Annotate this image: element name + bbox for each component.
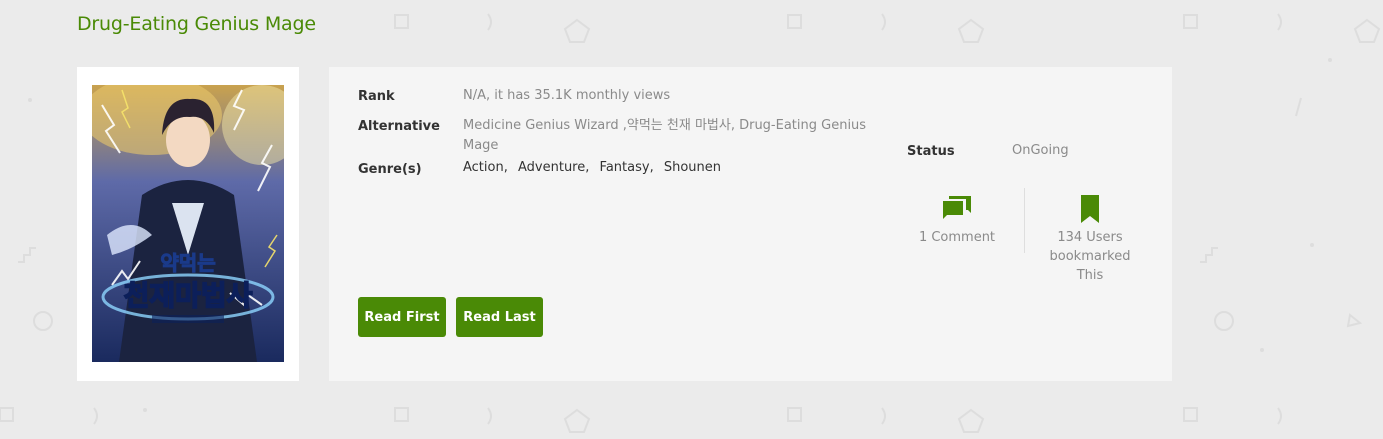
stats-divider: [1024, 188, 1025, 253]
genre-list: Action, Adventure, Fantasy, Shounen: [463, 160, 722, 175]
cover-title-line1: 약먹는: [160, 251, 215, 275]
read-last-button[interactable]: Read Last: [456, 297, 543, 337]
bookmarks-stat[interactable]: 134 Users bookmarked This: [1040, 195, 1140, 285]
cover-frame: 약먹는 천재마법사: [77, 67, 299, 381]
read-first-button[interactable]: Read First: [358, 297, 446, 337]
comments-icon: [943, 196, 971, 219]
bookmarks-line2: bookmarked: [1049, 249, 1131, 264]
comments-count: 1 Comment: [918, 230, 996, 245]
alternative-value-line1: Medicine Genius Wizard ,약먹는 천재 마법사, Drug…: [463, 118, 867, 133]
genre-link-action[interactable]: Action: [463, 160, 504, 175]
genre-link-fantasy[interactable]: Fantasy: [600, 160, 650, 175]
status-value: OnGoing: [1012, 143, 1069, 158]
rank-value: N/A, it has 35.1K monthly views: [463, 88, 671, 103]
info-panel: Rank N/A, it has 35.1K monthly views Alt…: [329, 67, 1172, 381]
rank-label: Rank: [358, 89, 395, 104]
alternative-label: Alternative: [358, 119, 440, 134]
alternative-value: Medicine Genius Wizard ,약먹는 천재 마법사, Drug…: [463, 116, 866, 156]
status-label: Status: [907, 144, 955, 159]
genre-link-shounen[interactable]: Shounen: [664, 160, 721, 175]
page-title: Drug-Eating Genius Mage: [77, 13, 316, 35]
bookmarks-line3: This: [1076, 268, 1104, 283]
bookmark-icon: [1081, 195, 1099, 223]
comments-stat[interactable]: 1 Comment: [907, 195, 1007, 247]
alternative-value-line2: Mage: [463, 138, 499, 153]
genres-label: Genre(s): [358, 162, 422, 177]
genre-link-adventure[interactable]: Adventure: [518, 160, 585, 175]
cover-title-line2: 천재마법사: [124, 279, 253, 312]
bookmarks-line1: 134 Users: [1057, 230, 1123, 245]
cover-image[interactable]: 약먹는 천재마법사: [92, 85, 284, 362]
